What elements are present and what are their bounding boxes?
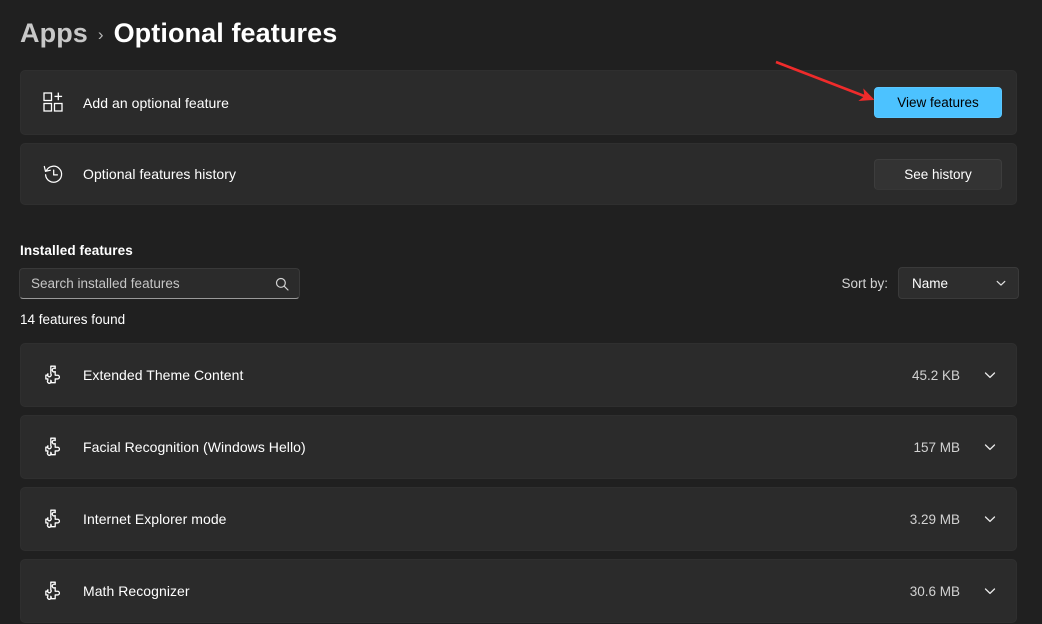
table-row[interactable]: Internet Explorer mode 3.29 MB bbox=[20, 487, 1017, 551]
feature-size: 157 MB bbox=[913, 440, 960, 455]
feature-size: 45.2 KB bbox=[912, 368, 960, 383]
history-clock-icon bbox=[37, 158, 69, 190]
sort-by-label: Sort by: bbox=[841, 276, 888, 291]
results-count: 14 features found bbox=[20, 312, 125, 327]
search-installed-features-box[interactable] bbox=[19, 268, 300, 299]
table-row[interactable]: Math Recognizer 30.6 MB bbox=[20, 559, 1017, 623]
puzzle-piece-icon bbox=[37, 575, 69, 607]
add-feature-grid-icon bbox=[37, 87, 69, 119]
feature-name: Facial Recognition (Windows Hello) bbox=[83, 439, 913, 455]
chevron-down-icon bbox=[995, 277, 1007, 289]
feature-size: 3.29 MB bbox=[910, 512, 960, 527]
card-label-add-optional-feature: Add an optional feature bbox=[83, 95, 874, 111]
chevron-down-icon[interactable] bbox=[978, 435, 1002, 459]
table-row[interactable]: Extended Theme Content 45.2 KB bbox=[20, 343, 1017, 407]
search-input[interactable] bbox=[31, 276, 274, 291]
feature-name: Extended Theme Content bbox=[83, 367, 912, 383]
table-row[interactable]: Facial Recognition (Windows Hello) 157 M… bbox=[20, 415, 1017, 479]
feature-size: 30.6 MB bbox=[910, 584, 960, 599]
view-features-button[interactable]: View features bbox=[874, 87, 1002, 118]
card-optional-features-history: Optional features history See history bbox=[20, 143, 1017, 205]
puzzle-piece-icon bbox=[37, 503, 69, 535]
feature-name: Math Recognizer bbox=[83, 583, 910, 599]
card-label-optional-features-history: Optional features history bbox=[83, 166, 874, 182]
settings-page: Apps › Optional features Add an optional… bbox=[0, 0, 1042, 624]
sort-control: Sort by: Name bbox=[841, 267, 1019, 299]
installed-features-heading: Installed features bbox=[20, 243, 133, 258]
search-icon[interactable] bbox=[274, 276, 290, 292]
card-add-optional-feature: Add an optional feature View features bbox=[20, 70, 1017, 135]
sort-by-value: Name bbox=[912, 276, 948, 291]
installed-features-list: Extended Theme Content 45.2 KB Facial Re… bbox=[0, 343, 1042, 624]
chevron-down-icon[interactable] bbox=[978, 363, 1002, 387]
puzzle-piece-icon bbox=[37, 431, 69, 463]
sort-by-dropdown[interactable]: Name bbox=[898, 267, 1019, 299]
page-title: Optional features bbox=[114, 18, 338, 49]
chevron-down-icon[interactable] bbox=[978, 507, 1002, 531]
breadcrumb-separator-icon: › bbox=[98, 26, 104, 43]
breadcrumb: Apps › Optional features bbox=[20, 14, 337, 52]
see-history-button[interactable]: See history bbox=[874, 159, 1002, 190]
feature-name: Internet Explorer mode bbox=[83, 511, 910, 527]
breadcrumb-parent-apps[interactable]: Apps bbox=[20, 18, 88, 49]
puzzle-piece-icon bbox=[37, 359, 69, 391]
chevron-down-icon[interactable] bbox=[978, 579, 1002, 603]
